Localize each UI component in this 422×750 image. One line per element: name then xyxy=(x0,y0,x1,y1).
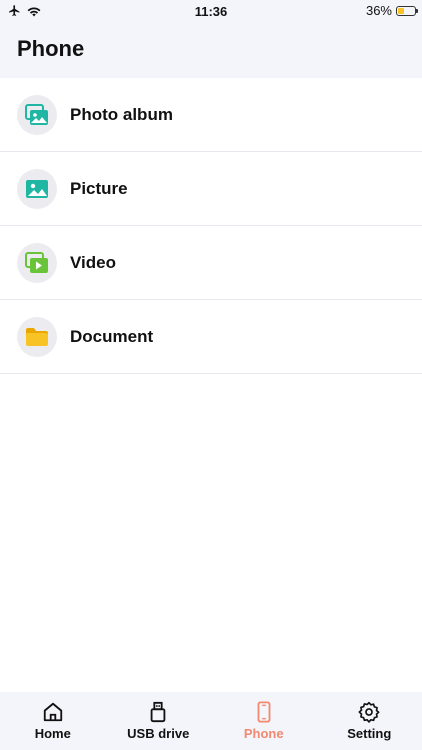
tab-phone[interactable]: Phone xyxy=(211,692,317,750)
list-item-picture[interactable]: Picture xyxy=(0,152,422,226)
home-icon xyxy=(41,700,65,724)
gear-icon xyxy=(357,700,381,724)
app-window: 11:36 36% Phone Photo album Picture Vide… xyxy=(0,0,422,750)
list-item-document[interactable]: Document xyxy=(0,300,422,374)
tab-usb-drive[interactable]: USB drive xyxy=(106,692,212,750)
battery-icon xyxy=(396,5,418,16)
tab-label: Setting xyxy=(347,726,392,741)
video-icon xyxy=(17,242,57,283)
list-item-video[interactable]: Video xyxy=(0,226,422,300)
photo-album-icon xyxy=(17,94,57,135)
list-item-label: Picture xyxy=(70,178,128,198)
status-bar: 11:36 36% xyxy=(0,0,422,22)
page-title: Phone xyxy=(17,36,85,61)
phone-icon xyxy=(252,700,276,724)
list-item-label: Photo album xyxy=(70,104,173,124)
tab-label: Home xyxy=(34,726,71,741)
tab-label: Phone xyxy=(243,726,284,741)
picture-icon xyxy=(17,168,57,209)
tab-bar: Home USB drive Phone Setting xyxy=(0,692,422,750)
folder-icon xyxy=(17,316,57,357)
category-list: Photo album Picture Video Document xyxy=(0,78,422,374)
status-time: 11:36 xyxy=(194,4,228,19)
tab-setting[interactable]: Setting xyxy=(317,692,422,750)
status-right: 36% xyxy=(365,3,418,18)
list-item-label: Video xyxy=(70,252,116,272)
list-item-photo-album[interactable]: Photo album xyxy=(0,78,422,152)
battery-fill xyxy=(398,7,404,14)
battery-percent: 36% xyxy=(365,3,392,18)
tab-label: USB drive xyxy=(127,726,190,741)
header-area: 11:36 36% Phone xyxy=(0,0,422,78)
usb-icon xyxy=(146,700,170,724)
tab-home[interactable]: Home xyxy=(0,692,106,750)
list-item-label: Document xyxy=(70,326,154,346)
